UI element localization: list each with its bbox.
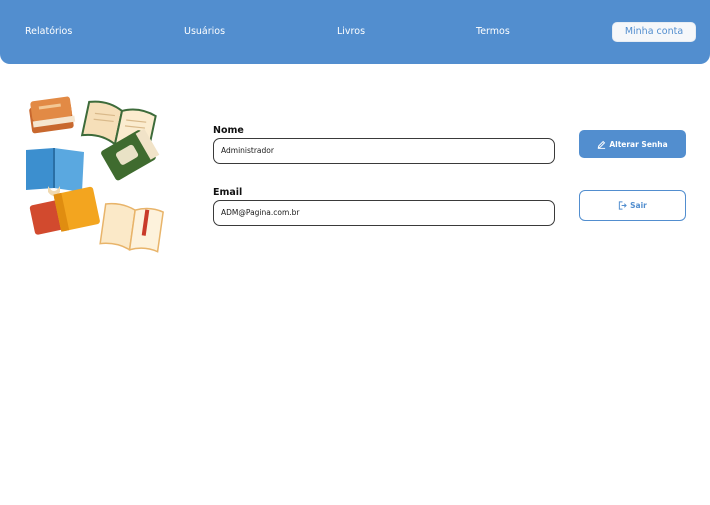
change-password-button[interactable]: Alterar Senha <box>579 130 686 158</box>
my-account-button[interactable]: Minha conta <box>612 22 696 42</box>
nav-item-relatorios[interactable]: Relatórios <box>25 25 72 39</box>
email-label: Email <box>213 187 243 198</box>
top-navbar: Relatórios Usuários Livros Termos Minha … <box>0 0 710 64</box>
nav-item-livros[interactable]: Livros <box>337 25 365 39</box>
email-field[interactable]: ADM@Pagina.com.br <box>213 200 555 226</box>
nav-item-usuarios[interactable]: Usuários <box>184 25 225 39</box>
pencil-icon <box>597 140 606 149</box>
logout-icon <box>618 201 627 210</box>
change-password-label: Alterar Senha <box>609 139 668 149</box>
logout-button[interactable]: Sair <box>579 190 686 221</box>
books-illustration <box>18 90 178 255</box>
name-field[interactable]: Administrador <box>213 138 555 164</box>
logout-label: Sair <box>630 201 647 210</box>
nav-item-termos[interactable]: Termos <box>476 25 510 39</box>
name-label: Nome <box>213 125 244 136</box>
